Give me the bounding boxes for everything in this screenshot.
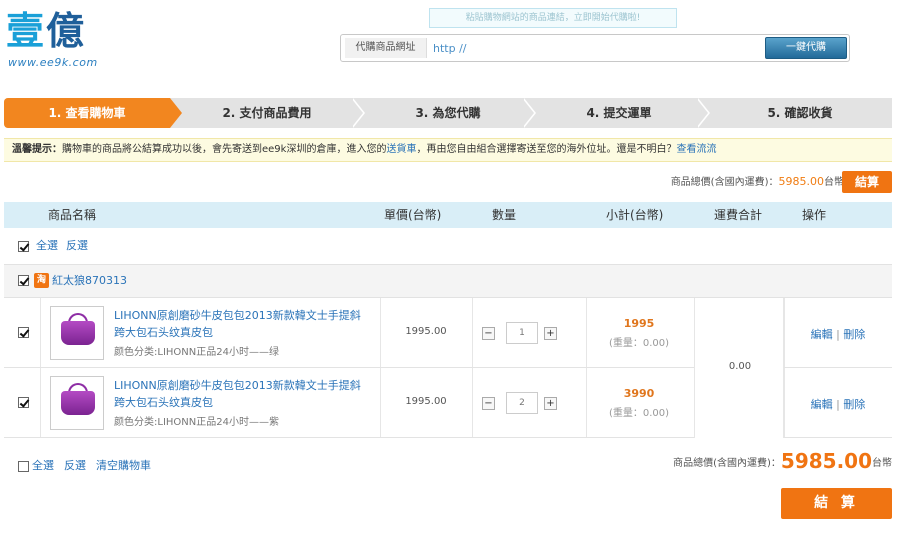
edit-link[interactable]: 編輯 [811, 398, 833, 411]
select-all-checkbox[interactable] [18, 241, 29, 252]
tip-link-cart[interactable]: 送貨車 [386, 144, 416, 155]
edit-link[interactable]: 編輯 [811, 328, 833, 341]
tip-link-flow[interactable]: 查看流流 [676, 144, 716, 155]
item-ops: 編輯 | 刪除 [794, 396, 882, 412]
cell-divider [40, 298, 41, 367]
delete-link[interactable]: 刪除 [843, 328, 865, 341]
tip-text-1: 購物車的商品將公結算成功以後，會先寄送到ee9k深圳的倉庫，進入您的 [62, 144, 387, 155]
taobao-icon: 淘 [34, 273, 49, 288]
cell-divider [472, 298, 473, 367]
shop-row: 淘 紅太狼870313 [4, 264, 892, 298]
step-view-cart: 1. 查看購物車 [4, 98, 170, 128]
qty-input[interactable]: 1 [506, 322, 538, 344]
step-confirm-receipt: 5. 確認收貨 [767, 106, 833, 120]
cell-divider [586, 368, 587, 437]
select-row: 全選 反選 [4, 232, 892, 260]
product-thumbnail[interactable] [50, 376, 104, 430]
top-total-label: 商品總價(含國內運費)： [670, 177, 779, 188]
logo-url: www.ee9k.com [8, 56, 98, 69]
col-name: 商品名稱 [48, 208, 97, 222]
col-unit-price: 單價(台幣) [384, 208, 442, 222]
invert-select-link[interactable]: 反選 [66, 232, 88, 260]
col-ops: 操作 [802, 208, 827, 222]
bottom-invert-link[interactable]: 反選 [64, 452, 86, 480]
step-arrow [170, 98, 182, 128]
bag-image [61, 391, 95, 415]
qty-increase-button[interactable]: + [544, 397, 557, 410]
qty-increase-button[interactable]: + [544, 327, 557, 340]
bottom-select-all-link[interactable]: 全選 [32, 452, 54, 480]
proxy-url-input[interactable] [433, 39, 753, 57]
product-attr: 颜色分类:LIHONN正品24小时——绿 [114, 347, 279, 358]
tip-text-2: ，再由您自由組合選擇寄送至您的海外位址。還是不明白？ [416, 144, 677, 155]
bottom-select-all-checkbox[interactable] [18, 461, 29, 472]
step-arrow [351, 98, 363, 128]
product-name[interactable]: LIHONN原創磨砂牛皮包包2013新款韓文士手提斜跨大包石头纹真皮包 [114, 377, 370, 411]
cell-divider [40, 368, 41, 437]
top-total-amount: 5985.00 [778, 175, 825, 188]
product-thumbnail[interactable] [50, 306, 104, 360]
logo-mark: 壹億 [6, 8, 87, 53]
cell-divider [784, 368, 785, 437]
checkout-steps: 1. 查看購物車 2. 支付商品費用 3. 為您代購 4. 提交運單 5. 確認… [4, 98, 892, 128]
item-checkbox[interactable] [18, 327, 29, 338]
qty-input[interactable]: 2 [506, 392, 538, 414]
quantity-stepper: − 1 + [482, 322, 558, 346]
ops-separator: | [836, 328, 840, 341]
item-checkbox[interactable] [18, 397, 29, 408]
top-total: 商品總價(含國內運費)：5985.00台幣 [671, 174, 844, 191]
cart-table-header: 商品名稱 單價(台幣) 數量 小計(台幣) 運費合計 操作 [4, 202, 892, 228]
top-total-currency: 台幣 [824, 177, 844, 188]
quantity-stepper: − 2 + [482, 392, 558, 416]
item-weight: (重量：0.00) [608, 338, 670, 349]
item-ops: 編輯 | 刪除 [794, 326, 882, 342]
step-submit-waybill: 4. 提交運單 [586, 106, 652, 120]
qty-decrease-button[interactable]: − [482, 327, 495, 340]
tip-title: 溫馨提示： [12, 144, 62, 155]
step-purchase: 3. 為您代購 [415, 106, 481, 120]
bottom-total-currency: 台幣 [872, 458, 892, 469]
step-arrow [696, 98, 708, 128]
clear-cart-link[interactable]: 清空購物車 [96, 452, 151, 480]
delete-link[interactable]: 刪除 [843, 398, 865, 411]
bottom-total-amount: 5985.00 [780, 449, 872, 473]
select-all-link[interactable]: 全選 [36, 232, 58, 260]
one-click-proxy-button[interactable]: 一鍵代購 [765, 37, 847, 59]
item-weight: (重量：0.00) [608, 408, 670, 419]
unit-price: 1995.00 [405, 326, 447, 337]
top-checkout-button[interactable]: 結算 [842, 171, 892, 193]
product-attr: 颜色分类:LIHONN正品24小时——紫 [114, 417, 279, 428]
shipping-total: 0.00 [728, 361, 752, 372]
logo[interactable]: 壹億 www.ee9k.com [6, 8, 126, 70]
item-subtotal: 1995 [623, 317, 655, 330]
unit-price: 1995.00 [405, 396, 447, 407]
shipping-total-cell: 0.00 [694, 298, 784, 438]
proxy-url-label: 代購商品網址 [345, 38, 427, 58]
product-name[interactable]: LIHONN原創磨砂牛皮包包2013新款韓文士手提斜跨大包石头纹真皮包 [114, 307, 370, 341]
paste-hint: 粘貼購物網站的商品連結，立即開始代購啦! [429, 8, 677, 28]
col-quantity: 數量 [492, 208, 517, 222]
col-shipping: 運費合計 [714, 208, 763, 222]
bottom-total: 商品總價(含國內運費)：5985.00台幣 [673, 449, 892, 476]
tip-bar: 溫馨提示：購物車的商品將公結算成功以後，會先寄送到ee9k深圳的倉庫，進入您的送… [4, 138, 892, 162]
proxy-url-bar: 代購商品網址 一鍵代購 [340, 34, 850, 62]
col-subtotal: 小計(台幣) [606, 208, 664, 222]
cell-divider [472, 368, 473, 437]
item-subtotal: 3990 [623, 387, 655, 400]
bag-image [61, 321, 95, 345]
ops-separator: | [836, 398, 840, 411]
bottom-total-label: 商品總價(含國內運費)： [673, 458, 781, 469]
step-pay: 2. 支付商品費用 [222, 106, 312, 120]
cell-divider [784, 298, 785, 367]
shop-name[interactable]: 紅太狼870313 [52, 265, 127, 297]
checkout-button[interactable]: 結 算 [781, 488, 892, 519]
step-arrow [522, 98, 534, 128]
shop-checkbox[interactable] [18, 275, 29, 286]
cell-divider [586, 298, 587, 367]
qty-decrease-button[interactable]: − [482, 397, 495, 410]
